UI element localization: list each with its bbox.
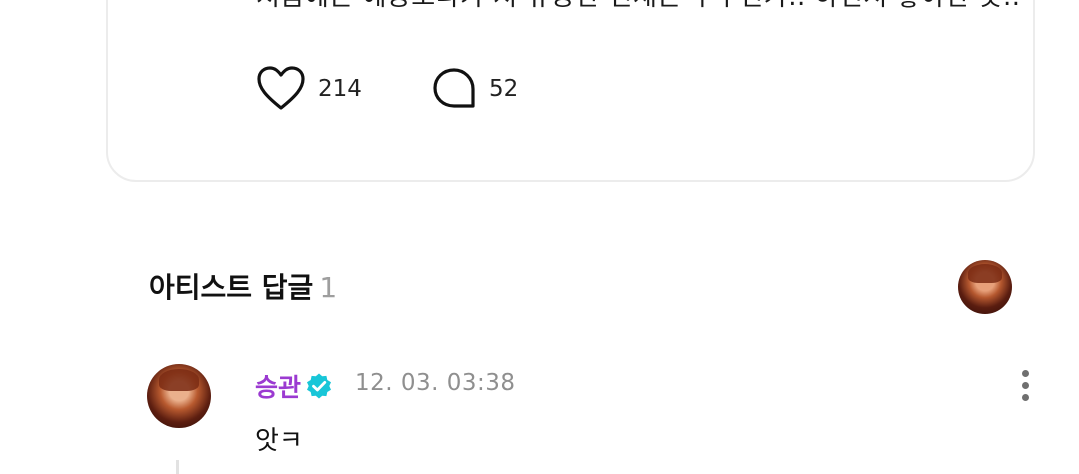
like-button[interactable]: 214 [256, 66, 362, 112]
reply-author-avatar[interactable] [147, 364, 211, 428]
reply-text: 앗ㅋ [255, 426, 303, 456]
artist-replies-count: 1 [319, 271, 338, 304]
speech-bubble-icon [433, 68, 475, 108]
verified-badge-icon [307, 373, 331, 399]
artist-avatar[interactable] [958, 260, 1012, 314]
post-card[interactable]: 처음에는 예능보다가 저 유능한 인재는 누구인가.. 하면서 좋아한 듯.. … [106, 0, 1035, 182]
reply-author-name[interactable]: 승관 [255, 368, 301, 404]
like-count: 214 [318, 76, 362, 102]
artist-replies-title: 아티스트 답글 [149, 271, 314, 304]
post-text: 처음에는 예능보다가 저 유능한 인재는 누구인가.. 하면서 좋아한 듯.. [256, 0, 1021, 13]
more-vertical-icon [1022, 370, 1029, 377]
artist-replies-header: 아티스트 답글 1 [149, 266, 337, 306]
thread-line [176, 460, 179, 474]
comment-screen: 처음에는 예능보다가 저 유능한 인재는 누구인가.. 하면서 좋아한 듯.. … [0, 0, 1079, 474]
more-options-button[interactable] [1012, 368, 1040, 404]
reply-timestamp: 12. 03. 03:38 [355, 370, 516, 396]
heart-icon [257, 66, 305, 110]
comment-button[interactable]: 52 [431, 66, 518, 112]
comment-count: 52 [489, 76, 519, 102]
